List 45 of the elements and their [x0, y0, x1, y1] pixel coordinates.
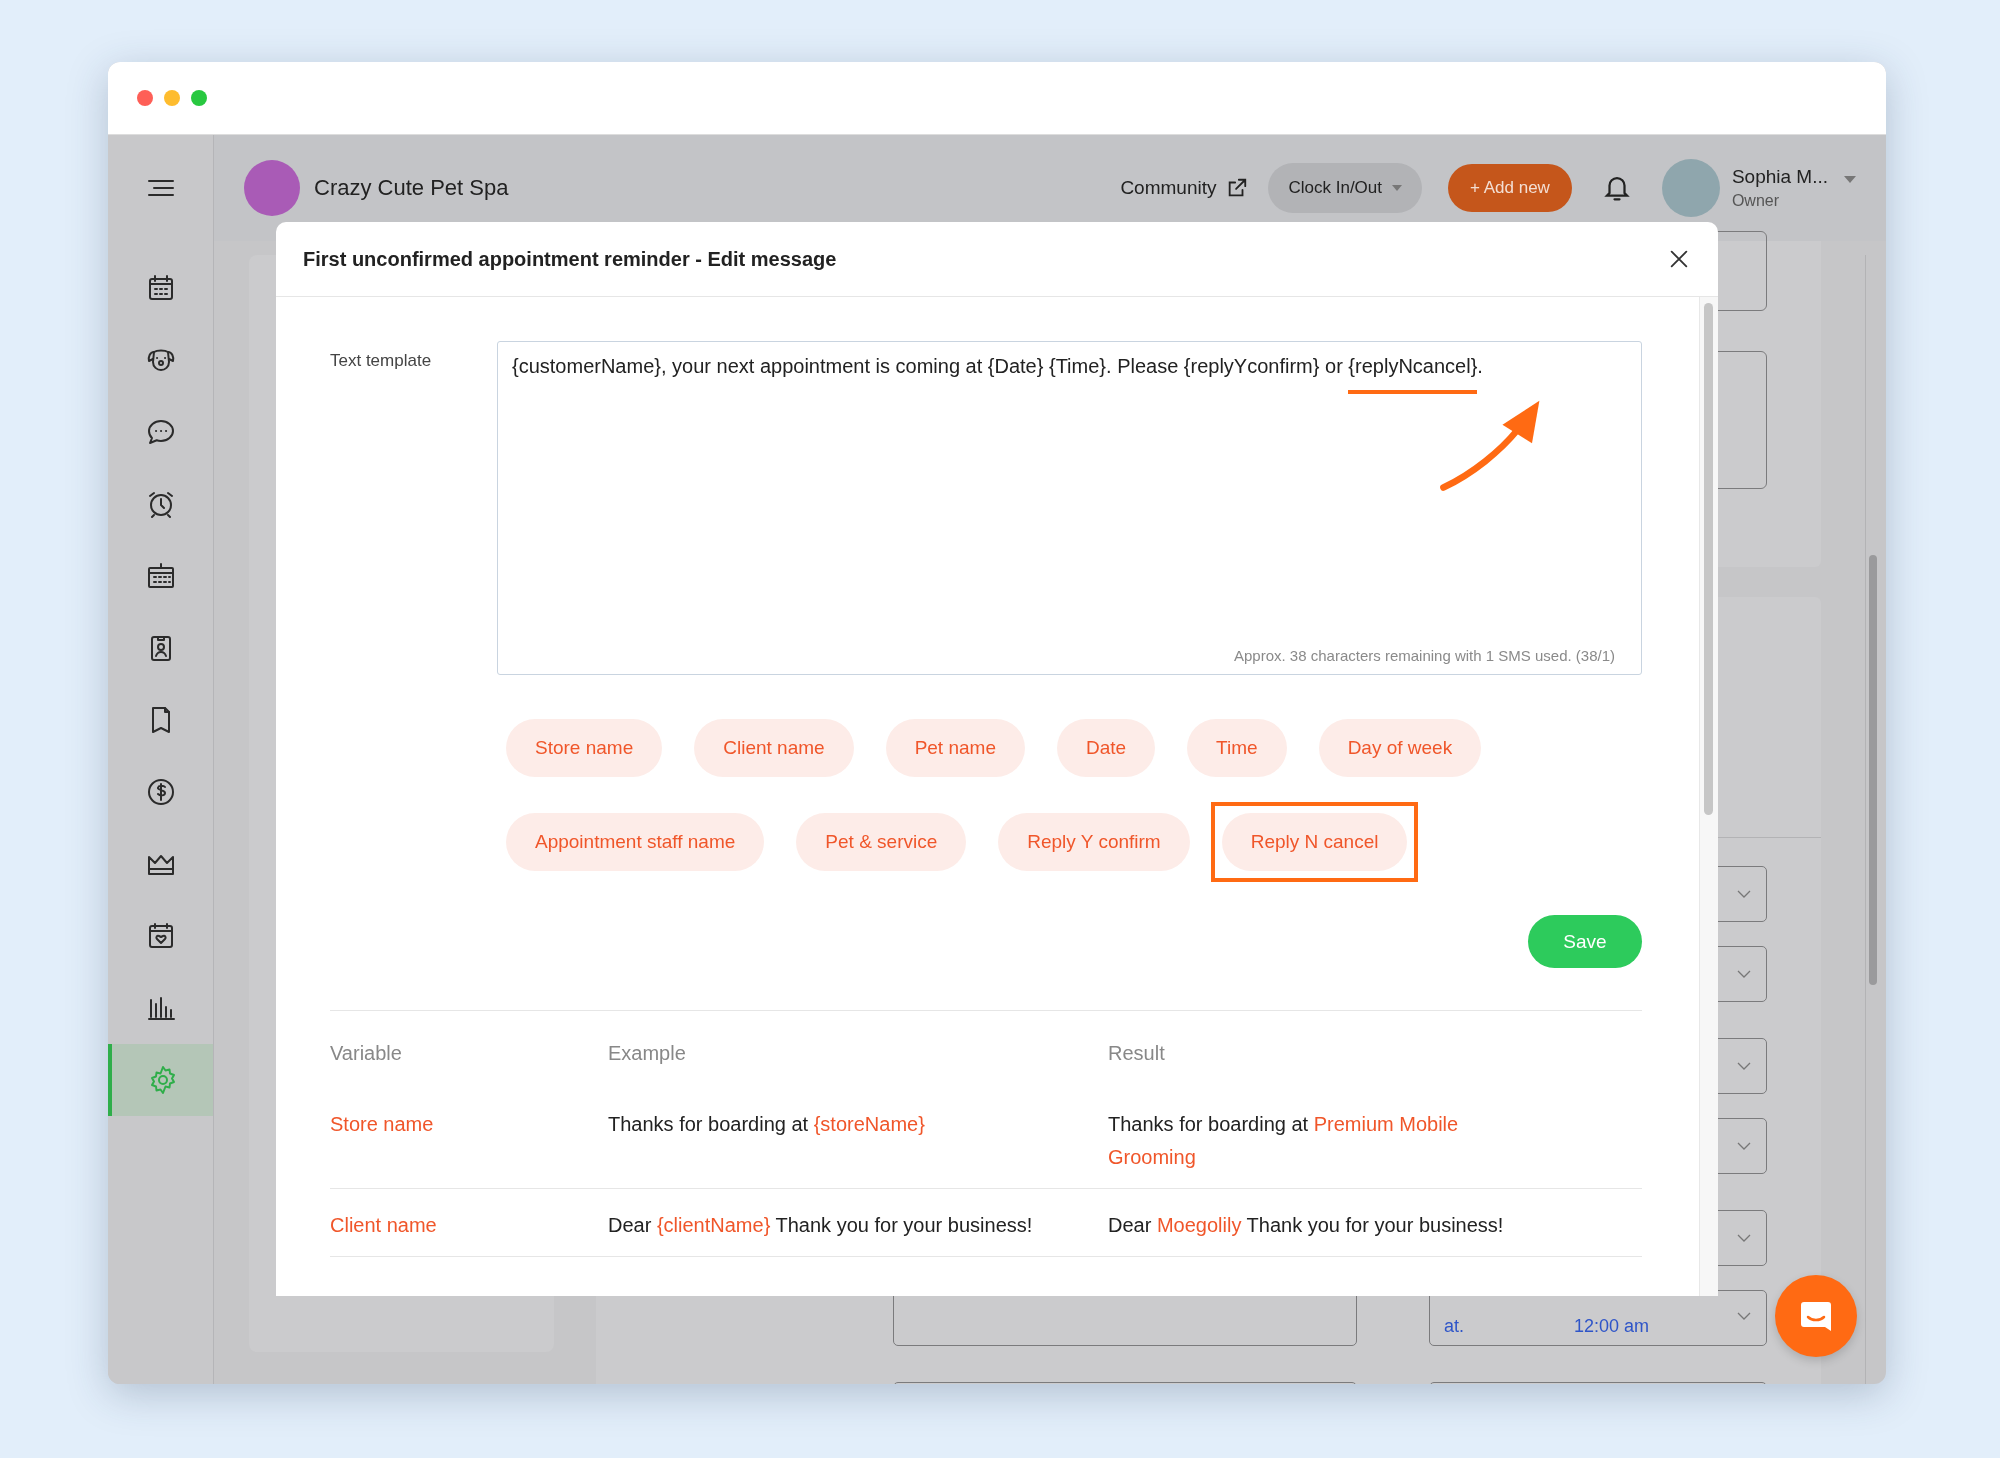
add-new-button[interactable]: + Add new: [1448, 164, 1572, 212]
chevron-down-icon: [1736, 889, 1752, 899]
variable-name: Store name: [330, 1112, 435, 1137]
variable-chip[interactable]: Day of week: [1318, 719, 1482, 777]
chevron-down-icon: [1736, 1233, 1752, 1243]
variable-chip[interactable]: Date: [1056, 719, 1156, 777]
community-link[interactable]: Community: [1120, 177, 1217, 199]
variable-chip[interactable]: Time: [1187, 719, 1287, 777]
scrollbar-thumb[interactable]: [1869, 555, 1877, 985]
character-counter: Approx. 38 characters remaining with 1 SMS used. (38/1): [1234, 647, 1615, 664]
scrollbar-thumb[interactable]: [1704, 303, 1713, 815]
chevron-down-icon: [1736, 1141, 1752, 1151]
dialog-title: First unconfirmed appointment reminder - Edit message: [303, 247, 837, 271]
save-button[interactable]: Save: [1528, 915, 1642, 968]
column-header: Result: [1108, 1041, 1166, 1066]
chevron-down-icon: [1736, 969, 1752, 979]
result-text: Dear Moegolily Thank you for your business!: [1108, 1213, 1505, 1238]
example-text: Thanks for boarding at {storeName}: [608, 1112, 926, 1137]
chevron-down-icon: [1736, 1061, 1752, 1071]
variable-chip[interactable]: Appointment staff name: [506, 813, 765, 871]
user-role: Owner: [1731, 192, 1780, 210]
variable-chip[interactable]: Reply N cancel: [1221, 813, 1408, 871]
caret-icon[interactable]: [1844, 175, 1856, 183]
business-name: Crazy Cute Pet Spa: [314, 175, 509, 201]
external-link-icon: [1226, 177, 1249, 199]
variable-chip[interactable]: Pet & service: [796, 813, 967, 871]
chevron-down-icon: [1736, 1311, 1752, 1321]
template-text: {customerName}, your next appointment is coming at {Date} {Time}. Please {replyYconfirm} or {replyNcancel}.: [512, 352, 1627, 394]
example-text: Dear {clientName} Thank you for your business!: [608, 1213, 1034, 1238]
close-icon[interactable]: [1668, 248, 1690, 270]
maximize-window-button[interactable]: [191, 90, 207, 106]
field-label: Text template: [330, 350, 433, 372]
variable-chip[interactable]: Pet name: [885, 719, 1025, 777]
variable-name: Client name: [330, 1213, 438, 1238]
user-name[interactable]: Sophia M...: [1731, 166, 1828, 188]
column-header: Variable: [330, 1041, 403, 1066]
result-text: Thanks for boarding at Premium Mobile Grooming: [1108, 1112, 1460, 1170]
business-logo: [244, 160, 300, 216]
text-template-field[interactable]: {customerName}, your next appointment is coming at {Date} {Time}. Please {replyYconfirm} or {replyNcancel}. Approx. 38 characters remaining with 1 SMS used. (38/1): [497, 341, 1642, 675]
column-header: Example: [608, 1041, 687, 1066]
close-window-button[interactable]: [137, 90, 153, 106]
variable-chip[interactable]: Reply Y confirm: [998, 813, 1190, 871]
variable-chip[interactable]: Store name: [506, 719, 663, 777]
clock-in-out-dropdown[interactable]: Clock In/Out: [1268, 163, 1422, 213]
variable-chip[interactable]: Client name: [694, 719, 854, 777]
